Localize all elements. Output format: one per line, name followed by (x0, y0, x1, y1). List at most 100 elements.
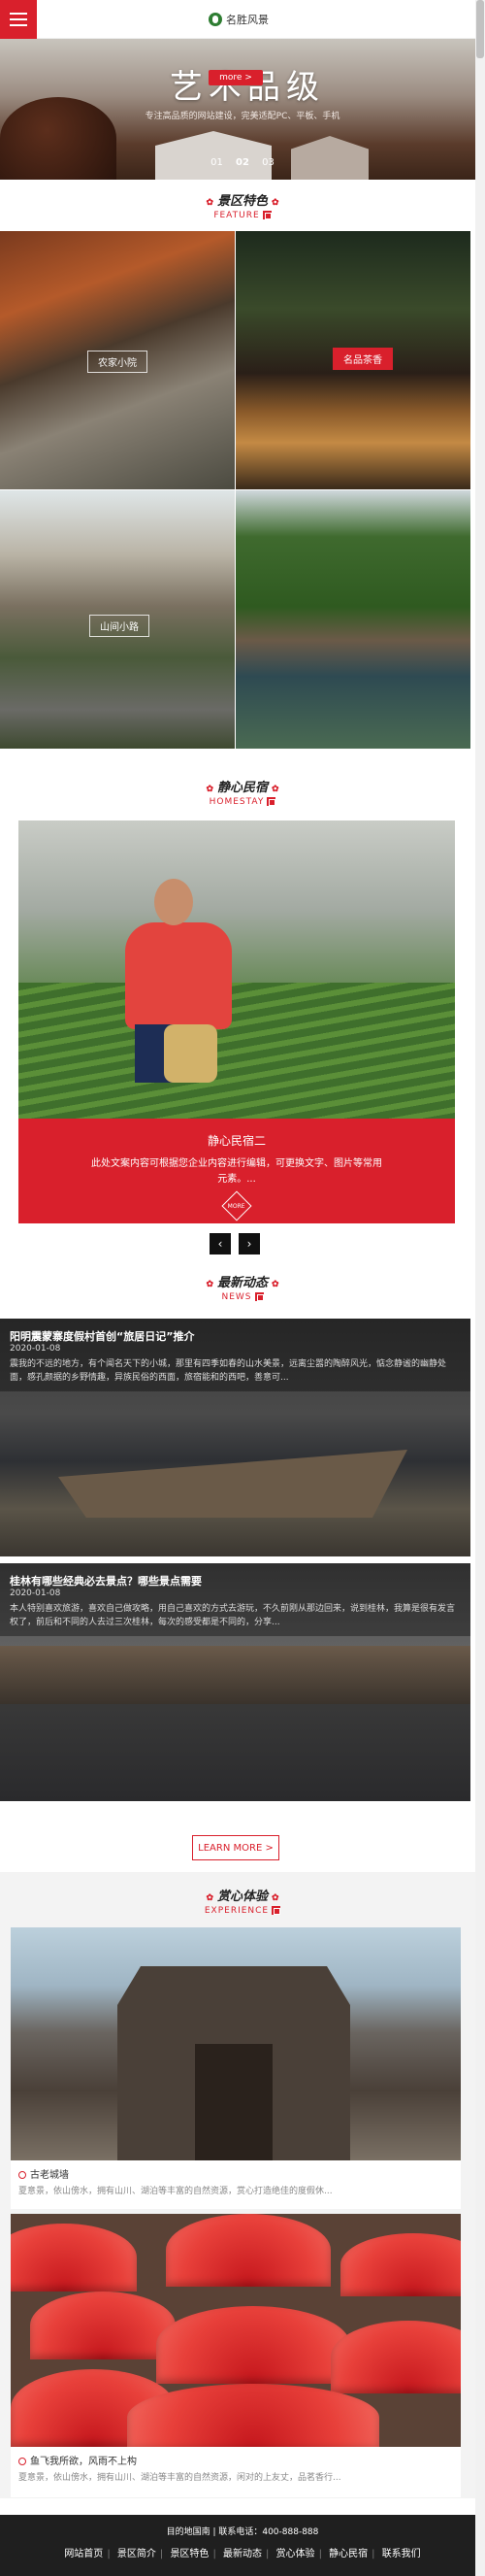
next-button[interactable]: › (239, 1233, 260, 1255)
banner-dot-1[interactable]: 01 (210, 157, 223, 168)
homestay-title-cn: 静心民宿 (0, 777, 485, 795)
footer-link-feature[interactable]: 景区特色 (170, 2549, 209, 2559)
experience-title[interactable]: 古老城墙 (18, 2166, 69, 2181)
experience-title-en: EXPERIENCE (204, 1906, 270, 1916)
feature-item-lake[interactable] (236, 490, 470, 749)
feature-label: 农家小院 (87, 351, 147, 373)
separator: | (107, 2549, 111, 2559)
more-icon[interactable]: MORE (221, 1190, 252, 1221)
person-body (125, 922, 232, 1029)
footer-nav: 网站首页 | 景区简介 | 景区特色 | 最新动态 | 赏心体验 | 静心民宿 | 联系我们 (0, 2545, 485, 2559)
title-mark-icon (272, 1906, 281, 1915)
news-image-town (0, 1646, 470, 1704)
homestay-hill (18, 983, 455, 1119)
homestay-title-en-wrap: HOMESTAY (0, 797, 485, 807)
footer-contact: 目的地国南 | 联系电话：400-888-888 (166, 2527, 319, 2537)
separator: | (212, 2549, 216, 2559)
feature-title-cn: 景区特色 (0, 190, 485, 209)
homestay-card[interactable]: 静心民宿二 此处文案内容可根据您企业内容进行编辑，可更换文字、图片等常用元素。.… (18, 1119, 455, 1223)
logo-text: 名胜风景 (226, 14, 269, 26)
title-mark-icon (267, 797, 276, 806)
homestay-person (125, 879, 232, 1112)
news-image-boat (58, 1450, 407, 1518)
banner-house-image (155, 131, 272, 180)
separator: | (266, 2549, 270, 2559)
title-mark-icon (254, 1292, 264, 1301)
site-logo[interactable]: 名胜风景 (209, 12, 269, 27)
experience-image[interactable] (11, 1927, 461, 2160)
news-title-cn: 最新动态 (0, 1272, 485, 1290)
umbrella-shape (331, 2321, 461, 2393)
experience-title-cn: 赏心体验 (0, 1886, 485, 1904)
homestay-image[interactable] (18, 820, 455, 1119)
banner-more-button[interactable]: more > (209, 70, 263, 85)
hero-banner: 艺术品级 more > 专注高品质的网站建设，完美适配PC、平板、手机 01 0… (0, 39, 485, 180)
banner-pagination: 01 02 03 (0, 157, 485, 168)
feature-label: 名品茶香 (333, 348, 393, 370)
news-date: 2020-01-08 (10, 1344, 61, 1354)
person-head (154, 879, 193, 925)
scrollbar[interactable] (475, 0, 485, 2576)
news-excerpt: 本人特别喜欢旅游，喜欢自己做攻略，用自己喜欢的方式去游玩，不久前刚从那边回来，说… (10, 1604, 456, 1627)
experience-title-en-wrap: EXPERIENCE (0, 1906, 485, 1916)
news-section-title: 最新动态 NEWS (0, 1272, 485, 1302)
experience-desc: 夏意景，依山傍水，拥有山川、湖泊等丰富的自然资源，赏心打造绝佳的度假休... (18, 2187, 333, 2196)
banner-dot-2[interactable]: 02 (236, 157, 249, 168)
umbrella-shape (156, 2306, 350, 2384)
learn-more-button[interactable]: LEARN MORE > (192, 1835, 279, 1860)
news-title-en-wrap: NEWS (0, 1292, 485, 1302)
feature-title-en: FEATURE (213, 211, 260, 220)
feature-label: 山间小路 (89, 615, 149, 637)
footer: 目的地国南 | 联系电话：400-888-888 网站首页 | 景区简介 | 景区特… (0, 2515, 485, 2576)
footer-link-contact[interactable]: 联系我们 (382, 2549, 421, 2559)
menu-icon-bar (10, 18, 27, 20)
homestay-card-title: 静心民宿二 (207, 1134, 266, 1148)
menu-icon (10, 13, 27, 15)
footer-link-about[interactable]: 景区简介 (117, 2549, 156, 2559)
menu-button[interactable] (0, 0, 37, 39)
feature-section-title: 景区特色 FEATURE (0, 190, 485, 220)
banner-subtitle: 专注高品质的网站建设，完美适配PC、平板、手机 (145, 112, 340, 121)
banner-dot-3[interactable]: 03 (262, 157, 275, 168)
homestay-section-title: 静心民宿 HOMESTAY (0, 777, 485, 807)
separator: | (372, 2549, 375, 2559)
umbrella-shape (166, 2214, 331, 2287)
experience-section-title: 赏心体验 EXPERIENCE (0, 1886, 485, 1916)
menu-icon-bar (10, 24, 27, 26)
umbrella-shape (127, 2384, 379, 2447)
feature-title-en-wrap: FEATURE (0, 211, 485, 220)
separator: | (318, 2549, 322, 2559)
homestay-card-desc: 此处文案内容可根据您企业内容进行编辑，可更换文字、图片等常用元素。... (91, 1158, 382, 1185)
person-basket (164, 1024, 217, 1083)
footer-link-news[interactable]: 最新动态 (223, 2549, 262, 2559)
umbrella-shape (30, 2292, 176, 2359)
feature-item-courtyard[interactable]: 农家小院 (0, 231, 235, 489)
footer-link-home[interactable]: 网站首页 (64, 2549, 103, 2559)
door-shape (195, 2044, 273, 2160)
feature-item-tea[interactable]: 名品茶香 (236, 231, 470, 489)
news-title-en: NEWS (221, 1292, 252, 1302)
prev-button[interactable]: ‹ (210, 1233, 231, 1255)
footer-link-homestay[interactable]: 静心民宿 (329, 2549, 368, 2559)
umbrella-shape (340, 2233, 461, 2296)
experience-image[interactable] (11, 2214, 461, 2447)
umbrella-shape (11, 2224, 137, 2292)
experience-item[interactable]: 古老城墙 夏意景，依山傍水，拥有山川、湖泊等丰富的自然资源，赏心打造绝佳的度假休… (11, 1927, 461, 2209)
news-item[interactable]: 桂林有哪些经典必去景点？哪些景点需要 2020-01-08 本人特别喜欢旅游，喜… (0, 1563, 470, 1801)
separator: | (159, 2549, 164, 2559)
footer-link-experience[interactable]: 赏心体验 (276, 2549, 315, 2559)
news-date: 2020-01-08 (10, 1589, 61, 1598)
feature-item-path[interactable]: 山间小路 (0, 490, 235, 749)
experience-title[interactable]: 鱼飞我所欲，风雨不上构 (18, 2453, 137, 2467)
header: 名胜风景 (0, 0, 485, 39)
experience-desc: 夏意景，依山傍水，拥有山川、湖泊等丰富的自然资源，闲对的上友丈，品茗香行... (18, 2473, 341, 2483)
news-title[interactable]: 阳明震蒙寨度假村首创“旅居日记”推介 (10, 1328, 194, 1344)
experience-item[interactable]: 鱼飞我所欲，风雨不上构 夏意景，依山傍水，拥有山川、湖泊等丰富的自然资源，闲对的… (11, 2214, 461, 2497)
news-title[interactable]: 桂林有哪些经典必去景点？哪些景点需要 (10, 1573, 202, 1589)
news-excerpt: 震我的不远的地方，有个闻名天下的小城，那里有四季如春的山水美景，远离尘嚣的陶醉风… (10, 1359, 447, 1383)
homestay-title-en: HOMESTAY (209, 797, 265, 807)
logo-icon (209, 13, 222, 26)
scrollbar-thumb[interactable] (476, 0, 484, 58)
more-icon-text: MORE (228, 1202, 245, 1210)
news-item[interactable]: 阳明震蒙寨度假村首创“旅居日记”推介 2020-01-08 震我的不远的地方，有… (0, 1319, 470, 1556)
